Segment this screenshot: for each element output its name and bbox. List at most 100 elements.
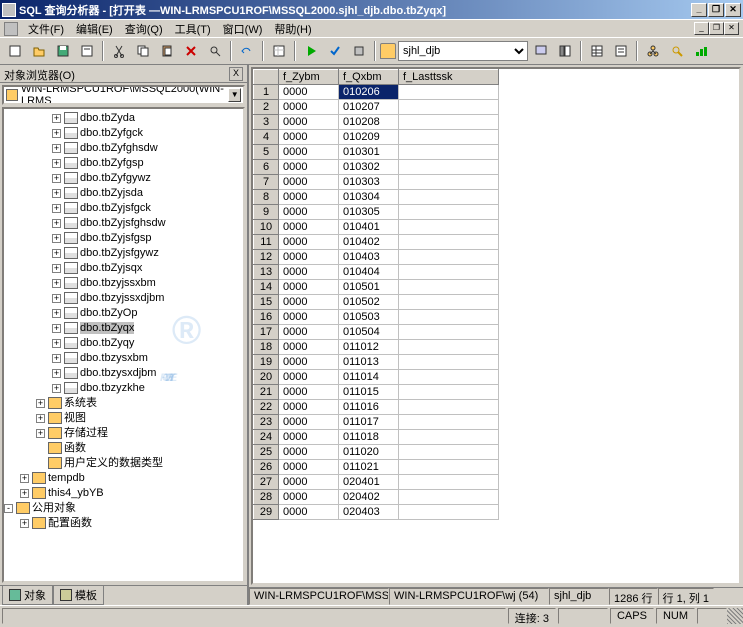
grid-cell[interactable]: 010501 [339, 280, 399, 295]
dropdown-icon[interactable]: ▼ [228, 88, 241, 102]
grid-cell[interactable] [399, 250, 499, 265]
save-button[interactable] [52, 40, 74, 62]
grid-cell[interactable]: 0000 [279, 190, 339, 205]
grid-cell[interactable]: 0000 [279, 280, 339, 295]
estimated-plan-button[interactable] [530, 40, 552, 62]
tree-node[interactable]: +dbo.tbZyjsfgsp [4, 231, 243, 246]
tree-node[interactable]: +tempdb [4, 471, 243, 486]
tree-node[interactable]: +dbo.tbZyjsda [4, 186, 243, 201]
tree-node[interactable]: +this4_ybYB [4, 486, 243, 501]
row-header[interactable]: 10 [254, 220, 279, 235]
tree-node[interactable]: +系统表 [4, 396, 243, 411]
grid-cell[interactable]: 011018 [339, 430, 399, 445]
row-header[interactable]: 11 [254, 235, 279, 250]
grid-cell[interactable]: 020403 [339, 505, 399, 520]
row-header[interactable]: 29 [254, 505, 279, 520]
grid-cell[interactable] [399, 310, 499, 325]
paste-button[interactable] [156, 40, 178, 62]
grid-cell[interactable]: 0000 [279, 85, 339, 100]
results-grid-button[interactable] [586, 40, 608, 62]
row-header[interactable]: 12 [254, 250, 279, 265]
row-header[interactable]: 9 [254, 205, 279, 220]
mdi-close-button[interactable]: ✕ [724, 22, 739, 35]
grid-cell[interactable]: 0000 [279, 310, 339, 325]
undo-button[interactable] [236, 40, 258, 62]
grid-cell[interactable]: 0000 [279, 490, 339, 505]
grid-cell[interactable] [399, 130, 499, 145]
grid-cell[interactable]: 0000 [279, 160, 339, 175]
grid-cell[interactable] [399, 145, 499, 160]
grid-cell[interactable]: 0000 [279, 130, 339, 145]
grid-cell[interactable]: 010504 [339, 325, 399, 340]
grid-cell[interactable] [399, 325, 499, 340]
tab-templates[interactable]: 模板 [53, 586, 104, 605]
row-header[interactable]: 22 [254, 400, 279, 415]
tree-node[interactable]: +dbo.tbZyjsqx [4, 261, 243, 276]
grid-cell[interactable] [399, 505, 499, 520]
grid-cell[interactable]: 0000 [279, 205, 339, 220]
grid-cell[interactable]: 0000 [279, 265, 339, 280]
row-header[interactable]: 23 [254, 415, 279, 430]
clear-button[interactable] [180, 40, 202, 62]
resize-grip[interactable] [727, 608, 743, 624]
tree-node[interactable]: 函数 [4, 441, 243, 456]
row-header[interactable]: 2 [254, 100, 279, 115]
grid-cell[interactable]: 0000 [279, 445, 339, 460]
tree-node[interactable]: +dbo.tbZyfgywz [4, 171, 243, 186]
grid-corner[interactable] [254, 70, 279, 85]
grid-cell[interactable]: 010303 [339, 175, 399, 190]
row-header[interactable]: 17 [254, 325, 279, 340]
grid-cell[interactable]: 0000 [279, 325, 339, 340]
row-header[interactable]: 27 [254, 475, 279, 490]
row-header[interactable]: 18 [254, 340, 279, 355]
row-header[interactable]: 3 [254, 115, 279, 130]
find-button[interactable] [204, 40, 226, 62]
grid-cell[interactable] [399, 460, 499, 475]
grid-cell[interactable]: 0000 [279, 250, 339, 265]
grid-cell[interactable] [399, 175, 499, 190]
grid-cell[interactable]: 011012 [339, 340, 399, 355]
grid-cell[interactable]: 0000 [279, 385, 339, 400]
mdi-restore-button[interactable]: ❐ [709, 22, 724, 35]
object-tree[interactable]: +dbo.tbZyda+dbo.tbZyfgck+dbo.tbZyfghsdw+… [2, 107, 245, 583]
grid-cell[interactable]: 020402 [339, 490, 399, 505]
database-selector[interactable]: sjhl_djb [398, 41, 528, 61]
grid-cell[interactable] [399, 160, 499, 175]
grid-cell[interactable]: 010305 [339, 205, 399, 220]
grid-cell[interactable]: 010502 [339, 295, 399, 310]
mdi-minimize-button[interactable]: _ [694, 22, 709, 35]
column-header[interactable]: f_Qxbm [339, 70, 399, 85]
tree-node[interactable]: 用户定义的数据类型 [4, 456, 243, 471]
grid-cell[interactable]: 0000 [279, 295, 339, 310]
grid-cell[interactable]: 011014 [339, 370, 399, 385]
grid-cell[interactable]: 010402 [339, 235, 399, 250]
grid-cell[interactable]: 010301 [339, 145, 399, 160]
grid-cell[interactable] [399, 220, 499, 235]
tab-objects[interactable]: 对象 [2, 586, 53, 605]
tree-node[interactable]: +dbo.tbZyOp [4, 306, 243, 321]
tree-node[interactable]: +dbo.tbZyfghsdw [4, 141, 243, 156]
grid-cell[interactable] [399, 265, 499, 280]
row-header[interactable]: 15 [254, 295, 279, 310]
object-browser-close-button[interactable]: X [229, 67, 243, 81]
grid-cell[interactable]: 011017 [339, 415, 399, 430]
grid-cell[interactable]: 0000 [279, 100, 339, 115]
row-header[interactable]: 24 [254, 430, 279, 445]
grid-cell[interactable]: 010209 [339, 130, 399, 145]
row-header[interactable]: 13 [254, 265, 279, 280]
execute-button[interactable] [300, 40, 322, 62]
tree-node[interactable]: +视图 [4, 411, 243, 426]
row-header[interactable]: 1 [254, 85, 279, 100]
column-header[interactable]: f_Zybm [279, 70, 339, 85]
grid-cell[interactable] [399, 445, 499, 460]
grid-cell[interactable]: 0000 [279, 355, 339, 370]
grid-cell[interactable] [399, 400, 499, 415]
grid-cell[interactable] [399, 295, 499, 310]
grid-cell[interactable]: 0000 [279, 475, 339, 490]
menu-help[interactable]: 帮助(H) [268, 19, 317, 39]
row-header[interactable]: 16 [254, 310, 279, 325]
tree-node[interactable]: +dbo.tbZyqx [4, 321, 243, 336]
new-query-button[interactable] [4, 40, 26, 62]
grid-cell[interactable] [399, 205, 499, 220]
copy-button[interactable] [132, 40, 154, 62]
